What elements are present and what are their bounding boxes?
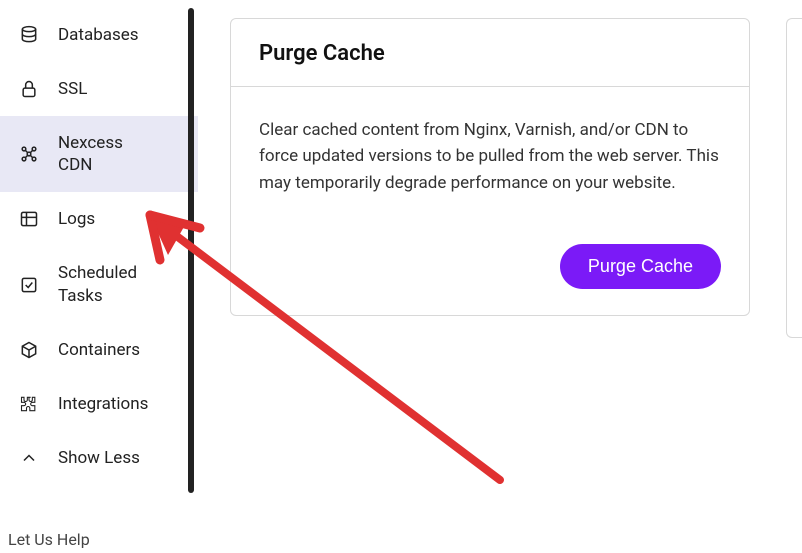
card-title: Purge Cache xyxy=(259,41,721,66)
sidebar-item-containers[interactable]: Containers xyxy=(0,323,198,377)
main-content: Purge Cache Clear cached content from Ng… xyxy=(198,0,802,553)
package-icon xyxy=(18,339,40,361)
sidebar-item-integrations[interactable]: Integrations xyxy=(0,377,198,431)
sidebar-scrollbar[interactable] xyxy=(188,8,194,493)
sidebar-item-label: Databases xyxy=(58,24,139,46)
cdn-icon xyxy=(18,143,40,165)
sidebar-item-label: Nexcess CDN xyxy=(58,132,158,176)
adjacent-card-edge xyxy=(786,18,802,338)
sidebar-item-label: Logs xyxy=(58,208,95,230)
sidebar-footer-link[interactable]: Let Us Help xyxy=(8,526,90,553)
sidebar-item-scheduled-tasks[interactable]: Scheduled Tasks xyxy=(0,246,198,322)
table-icon xyxy=(18,208,40,230)
card-actions: Purge Cache xyxy=(259,244,721,289)
lock-icon xyxy=(18,78,40,100)
database-icon xyxy=(18,24,40,46)
chevron-up-icon xyxy=(18,447,40,469)
sidebar-item-logs[interactable]: Logs xyxy=(0,192,198,246)
sidebar-item-databases[interactable]: Databases xyxy=(0,8,198,62)
purge-cache-button[interactable]: Purge Cache xyxy=(560,244,721,289)
sidebar: Databases SSL Nexcess CDN Logs Scheduled xyxy=(0,0,198,553)
card-body: Clear cached content from Nginx, Varnish… xyxy=(231,87,749,315)
card-header: Purge Cache xyxy=(231,19,749,87)
sidebar-item-nexcess-cdn[interactable]: Nexcess CDN xyxy=(0,116,198,192)
purge-cache-card: Purge Cache Clear cached content from Ng… xyxy=(230,18,750,316)
sidebar-item-label: Scheduled Tasks xyxy=(58,262,158,306)
sidebar-item-label: Containers xyxy=(58,339,140,361)
sidebar-footer-label: Let Us Help xyxy=(8,530,90,549)
sidebar-item-ssl[interactable]: SSL xyxy=(0,62,198,116)
checkbox-icon xyxy=(18,274,40,296)
sidebar-item-label: Show Less xyxy=(58,447,140,469)
sidebar-item-label: Integrations xyxy=(58,393,148,415)
sidebar-item-label: SSL xyxy=(58,78,87,100)
card-description: Clear cached content from Nginx, Varnish… xyxy=(259,117,721,196)
puzzle-icon xyxy=(18,393,40,415)
sidebar-item-show-less[interactable]: Show Less xyxy=(0,431,198,485)
